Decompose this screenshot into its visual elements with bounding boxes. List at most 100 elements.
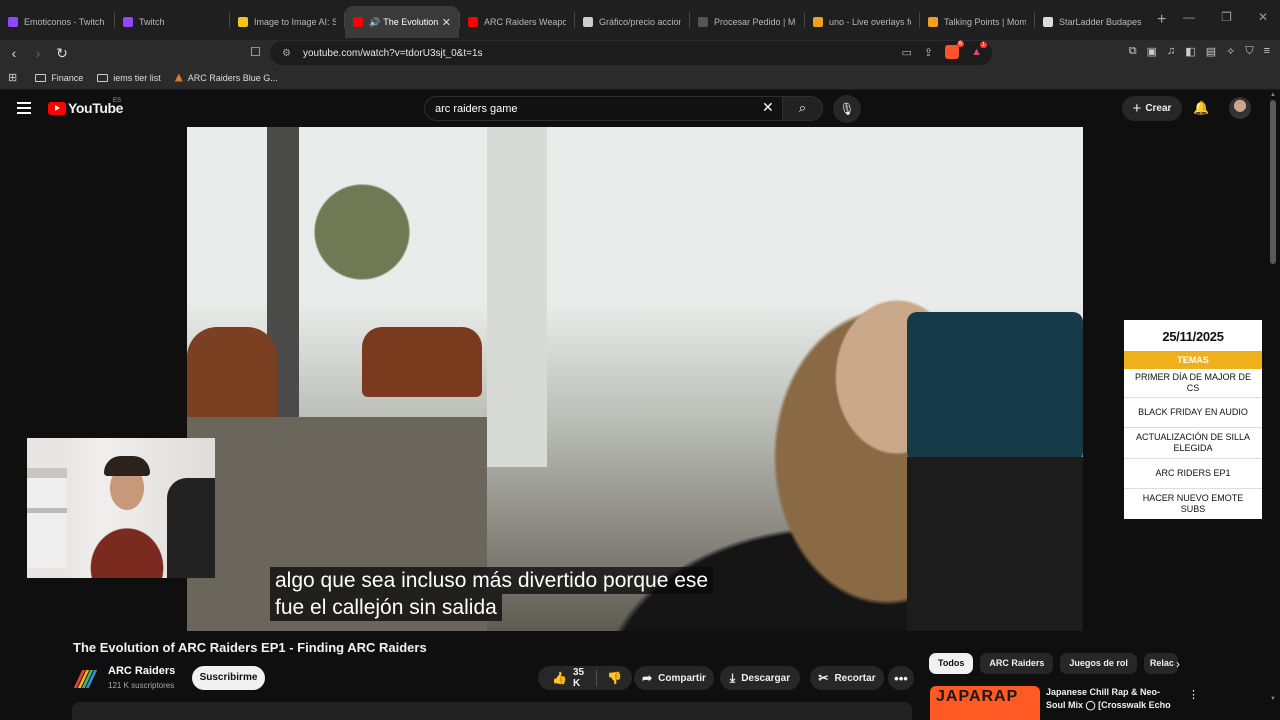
recommendation-title[interactable]: Japanese Chill Rap & Neo-Soul Mix ◯ [Cro… — [1046, 686, 1176, 712]
menu-icon[interactable]: ≡ — [1264, 45, 1270, 58]
restore-icon[interactable]: ❐ — [1221, 10, 1232, 24]
browser-tab-strip: Emoticonos - Twitch Twitch Image to Image … — [0, 0, 1280, 40]
tab-title: Twitch — [139, 17, 165, 27]
topic-item: BLACK FRIDAY EN AUDIO — [1124, 398, 1262, 428]
browser-tab[interactable]: Emoticonos - Twitch — [0, 6, 114, 38]
bookmark-page-icon[interactable]: ☐ — [250, 45, 261, 59]
browser-tab[interactable]: Gráfico/precio accione — [575, 6, 689, 38]
notifications-icon[interactable]: 🔔 — [1193, 100, 1209, 116]
search-input[interactable]: arc raiders game — [424, 96, 786, 121]
bookmark-label: iems tier list — [113, 72, 161, 83]
chip-todos[interactable]: Todos — [929, 653, 974, 674]
close-window-icon[interactable]: ✕ — [1258, 10, 1268, 24]
topic-item: HACER NUEVO EMOTE SUBS — [1142, 493, 1244, 514]
guide-menu-icon[interactable] — [17, 102, 31, 117]
minimize-icon[interactable]: — — [1183, 10, 1195, 24]
tab-title: Talking Points | Mome — [944, 17, 1026, 27]
browser-tab[interactable]: uno - Live overlays for — [805, 6, 919, 38]
close-tab-icon[interactable]: ✕ — [442, 16, 451, 29]
chip-juegos-de-rol[interactable]: Juegos de rol — [1060, 653, 1137, 674]
channel-avatar[interactable] — [72, 666, 98, 692]
video-title: The Evolution of ARC Raiders EP1 - Findi… — [73, 640, 427, 655]
microphone-icon: 🎙 — [839, 102, 855, 116]
share-button[interactable]: ➦ Compartir — [634, 666, 714, 690]
youtube-logo[interactable]: YouTube — [48, 100, 123, 116]
extensions-icon[interactable]: ⧉ — [1129, 45, 1137, 58]
avatar[interactable] — [1229, 97, 1251, 119]
channel-name[interactable]: ARC Raiders — [108, 665, 175, 677]
bookmark-finance[interactable]: Finance — [35, 73, 83, 83]
recommendation-menu-icon[interactable]: ⋮ — [1188, 688, 1199, 701]
browser-tab[interactable]: StarLadder Budapest M — [1035, 6, 1149, 38]
tab-audio-icon[interactable]: 🔊 — [369, 17, 380, 28]
tab-title: Gráfico/precio accione — [599, 17, 681, 27]
tab-title: Image to Image AI: Sm — [254, 17, 336, 27]
tab-favicon-icon — [123, 17, 133, 27]
scroll-up-icon[interactable]: ▲ — [1270, 92, 1276, 98]
recommendation-thumbnail[interactable]: JAPARAP — [930, 686, 1040, 720]
bookmark-label: Finance — [51, 72, 84, 83]
vpn-icon[interactable]: ⛉ — [1245, 45, 1253, 58]
scene-window — [487, 127, 547, 467]
webcam-shelf — [27, 468, 67, 568]
video-player[interactable] — [187, 127, 1083, 631]
sidebar-icon[interactable]: ◧ — [1185, 45, 1195, 58]
tab-favicon-icon — [1043, 17, 1053, 27]
cast-icon[interactable]: ▭ — [901, 46, 911, 59]
brave-badge: 6 — [956, 41, 965, 47]
tab-title: StarLadder Budapest M — [1059, 17, 1141, 27]
chip-arc-raiders[interactable]: ARC Raiders — [980, 653, 1054, 674]
scene-chair — [187, 327, 277, 427]
scene-blue-sofa — [907, 312, 1083, 462]
back-icon[interactable]: ‹ — [4, 45, 24, 61]
scroll-down-icon[interactable]: ▼ — [1270, 696, 1276, 702]
share-page-icon[interactable]: ⇪ — [924, 46, 933, 59]
more-actions-button[interactable]: ••• — [888, 666, 914, 690]
browser-tab[interactable]: Image to Image AI: Sm — [230, 6, 344, 38]
leo-ai-icon[interactable]: ✧ — [1226, 45, 1235, 58]
browser-tab[interactable]: Procesar Pedido | Muni — [690, 6, 804, 38]
clip-button[interactable]: ✂ Recortar — [810, 666, 884, 690]
bookmark-arc-raiders[interactable]: ARC Raiders Blue G... — [174, 72, 278, 83]
topic-item: PRIMER DÍA DE MAJOR DE CS — [1124, 369, 1262, 398]
like-button[interactable]: 👍 35 K — [538, 667, 596, 689]
address-bar[interactable]: ⚙ youtube.com/watch?v=tdorU3sjt_0&t=1s ▭… — [270, 41, 992, 65]
channel-subscribers: 121 K suscriptores — [108, 681, 175, 690]
create-button[interactable]: + Crear — [1122, 96, 1182, 121]
voice-search-button[interactable]: 🎙 — [833, 95, 861, 123]
rewards-icon[interactable]: ▲ 1 — [971, 42, 987, 58]
chip-relacionados[interactable]: Relac — [1143, 653, 1178, 674]
tab-favicon-icon — [468, 17, 478, 27]
browser-tab[interactable]: 🔊The Evolution o ✕ — [345, 6, 459, 38]
chevron-right-icon[interactable]: › — [1176, 657, 1180, 671]
dislike-button[interactable]: 👎 — [597, 671, 632, 685]
download-button[interactable]: ⤓ Descargar — [720, 666, 800, 690]
scene-chair — [362, 327, 482, 397]
scene-plant — [307, 157, 417, 307]
brave-shields-icon[interactable]: 6 — [945, 41, 965, 59]
browser-tab[interactable]: Talking Points | Mome — [920, 6, 1034, 38]
screenshot-icon[interactable]: ▣ — [1147, 45, 1157, 58]
media-icon[interactable]: ♫ — [1167, 45, 1175, 58]
site-info-icon[interactable]: ⚙ — [282, 48, 291, 59]
wallet-icon[interactable]: ▤ — [1206, 45, 1216, 58]
clear-search-icon[interactable]: ✕ — [762, 99, 774, 116]
browser-tab[interactable]: ARC Raiders Weapon T — [460, 6, 574, 38]
new-tab-button[interactable]: + — [1157, 11, 1166, 29]
streamer-webcam-overlay — [27, 438, 215, 578]
apps-grid-icon[interactable]: ⊞ — [8, 71, 17, 84]
bookmark-iems[interactable]: iems tier list — [97, 73, 161, 83]
tab-favicon-icon — [813, 17, 823, 27]
bookmark-label: ARC Raiders Blue G... — [187, 72, 278, 83]
forward-icon[interactable]: › — [28, 45, 48, 61]
description-box[interactable] — [72, 702, 912, 720]
like-count: 35 K — [572, 667, 585, 689]
page-scrollbar[interactable] — [1270, 100, 1276, 264]
browser-tab[interactable]: Twitch — [115, 6, 229, 38]
reload-icon[interactable]: ↻ — [52, 45, 72, 62]
arc-raiders-favicon-icon — [174, 73, 183, 82]
subscribe-button[interactable]: Suscribirme — [192, 666, 265, 690]
thumbs-down-icon: 👎 — [607, 671, 622, 685]
search-button[interactable]: ⌕ — [782, 96, 823, 121]
browser-toolbar: ‹ › ↻ ☐ ⚙ youtube.com/watch?v=tdorU3sjt_… — [0, 40, 1280, 66]
